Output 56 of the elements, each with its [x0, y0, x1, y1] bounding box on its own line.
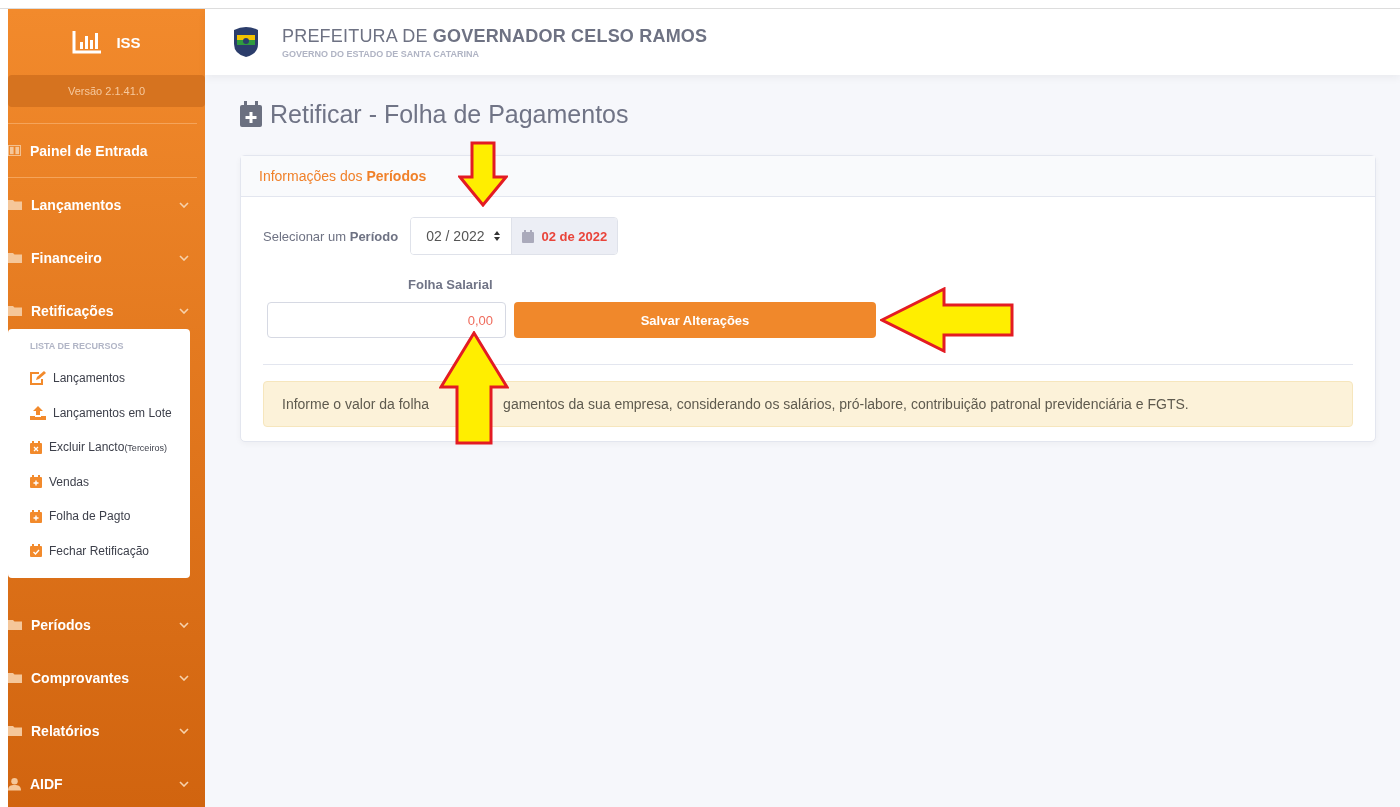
state-subtitle: GOVERNO DO ESTADO DE SANTA CATARINA [282, 48, 480, 59]
submenu-heading: LISTA DE RECURSOS [30, 340, 125, 353]
chevron-icon [179, 254, 189, 261]
calendar-icon [30, 509, 42, 523]
period-select[interactable]: 02 / 2022 [411, 218, 512, 254]
folder-icon [8, 305, 22, 316]
chevron-icon [179, 674, 189, 681]
nav-group[interactable]: Relatórios [8, 704, 205, 757]
submenu-item[interactable]: Folha de Pagto [30, 499, 190, 534]
calendar-icon [30, 475, 42, 489]
panel-icon [8, 145, 21, 156]
card-title: Informações dos Períodos [259, 168, 427, 184]
chevron-icon [179, 727, 189, 734]
chevron-icon [179, 201, 189, 208]
notice-text: Informe o valor da folha [282, 396, 430, 412]
bar-chart-icon [72, 30, 103, 54]
chevron-icon [179, 621, 189, 628]
salary-input[interactable]: 0,00 [267, 302, 506, 338]
field-label: Folha Salarial [408, 277, 494, 292]
app-name: ISS [116, 33, 141, 51]
sort-icon [492, 230, 501, 242]
calendar-icon [30, 544, 42, 558]
nav-group[interactable]: Períodos [8, 598, 205, 651]
chevron-icon [179, 307, 189, 314]
annotation-arrow [458, 141, 508, 207]
page-title: Retificar - Folha de Pagamentos [270, 99, 629, 129]
submenu-item[interactable]: Fechar Retificação [30, 533, 190, 568]
folder-icon [8, 672, 22, 683]
nav-group[interactable]: Lançamentos [8, 178, 205, 231]
nav-item[interactable]: Painel de Entrada [8, 124, 205, 177]
notice-text: gamentos da sua empresa, considerando os salários, pró-labore, contribuição patronal previdenciária e FGTS. [503, 396, 1189, 412]
calendar-plus-icon [240, 101, 262, 127]
calendar-icon [521, 229, 534, 243]
period-label: Selecionar um Período [263, 228, 399, 244]
submenu-item[interactable]: Lançamentos [30, 361, 190, 396]
save-button[interactable]: Salvar Alterações [514, 302, 876, 338]
submenu-item[interactable]: Excluir Lancto(Terceiros) [30, 430, 190, 465]
nav-group[interactable]: AIDF [8, 757, 205, 807]
folder-icon [8, 199, 22, 210]
municipality-title: PREFEITURA DE GOVERNADOR CELSO RAMOS [282, 25, 708, 47]
folder-icon [8, 725, 22, 736]
chevron-icon [179, 780, 189, 787]
user-icon [8, 776, 21, 791]
version-label: Versão 2.1.41.0 [8, 75, 205, 107]
nav-group[interactable]: Comprovantes [8, 651, 205, 704]
submenu-item[interactable]: Lançamentos em Lote [30, 395, 190, 430]
folder-icon [8, 252, 22, 263]
edit-icon [30, 371, 46, 386]
nav-group[interactable]: Financeiro [8, 231, 205, 284]
calendar-icon [30, 440, 42, 454]
upload-icon [30, 405, 46, 420]
folder-icon [8, 619, 22, 630]
period-display: 02 de 2022 [541, 228, 608, 244]
crest-icon [232, 26, 260, 58]
submenu-item[interactable]: Vendas [30, 464, 190, 499]
nav-group[interactable]: Retificações [8, 284, 205, 337]
